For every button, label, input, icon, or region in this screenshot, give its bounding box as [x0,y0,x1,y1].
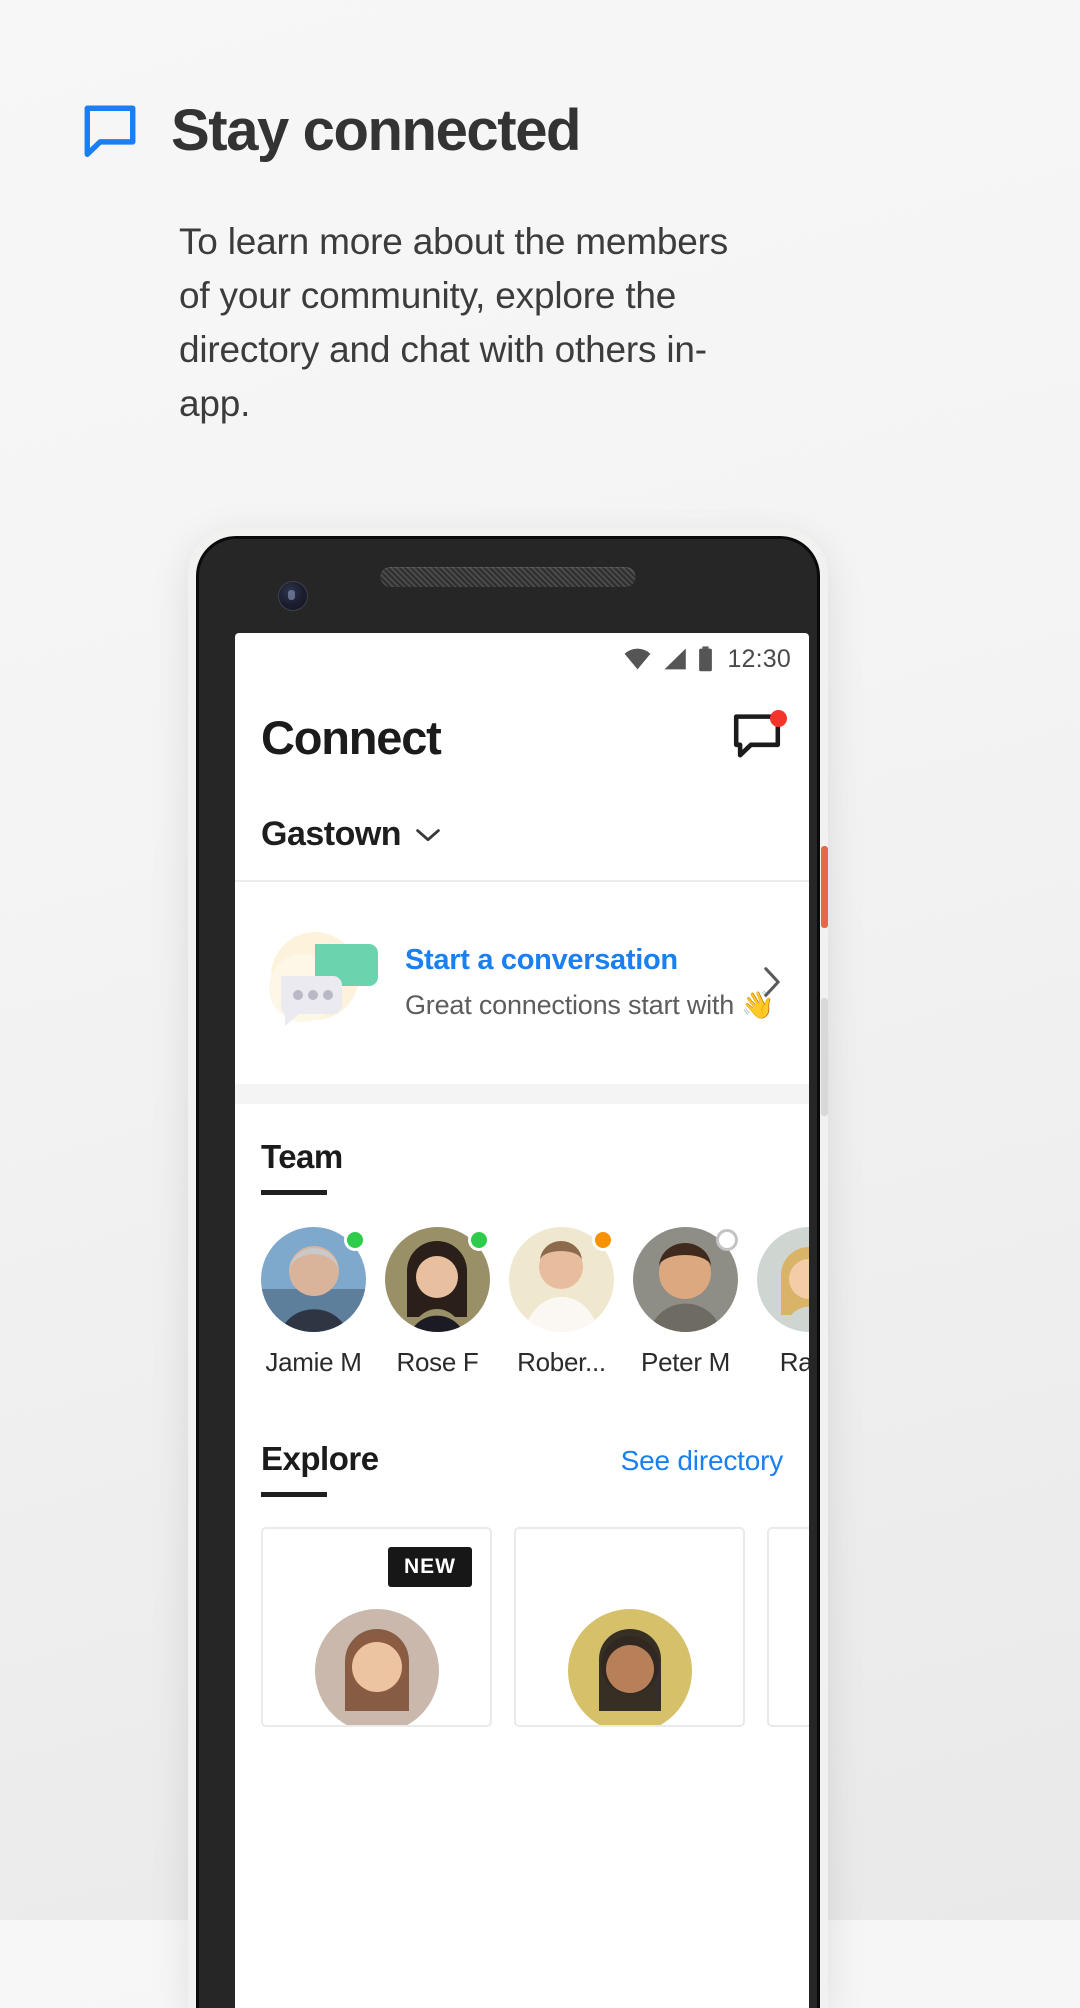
list-item[interactable]: Jamie M [261,1227,366,1378]
messages-button[interactable] [731,710,787,761]
chevron-right-icon [764,967,780,997]
volume-button[interactable] [821,998,828,1116]
status-badge [344,1229,366,1251]
page-title: Connect [261,710,442,764]
phone-mockup: 12:30 Connect Gastown Start a conversati… [188,528,828,2008]
avatar [757,1227,809,1332]
list-item-label: Rose F [396,1347,479,1377]
explore-section-title: Explore [261,1440,379,1477]
chat-bubbles-illustration-icon [257,922,397,1042]
phone-bezel: 12:30 Connect Gastown Start a conversati… [199,539,817,2008]
app-bar: Connect [235,685,809,777]
list-item-label: Jamie M [265,1347,362,1377]
conversation-card-title: Start a conversation [405,943,678,976]
phone-frame: 12:30 Connect Gastown Start a conversati… [196,536,820,2008]
list-item[interactable]: NEW [261,1527,492,1727]
chat-bubble-icon [84,105,136,157]
start-conversation-card[interactable]: Start a conversation Great connections s… [235,882,809,1084]
list-item-label: Peter M [641,1347,730,1377]
battery-full-icon [699,646,713,672]
status-badge [468,1229,490,1251]
team-member-list[interactable]: Jamie M Rose F Rober... Peter M Ra [235,1195,809,1378]
unread-badge [770,710,787,727]
list-item[interactable]: Rach [757,1227,809,1378]
avatar [314,1609,439,1725]
explore-section: Explore See directory [235,1378,809,1497]
list-item[interactable] [514,1527,745,1727]
list-item-label: Rach [779,1347,809,1377]
promo-header: Stay connected [79,98,581,163]
earpiece-speaker-icon [380,567,636,587]
status-badge [716,1229,738,1251]
cellular-signal-icon [664,648,687,670]
explore-card-list[interactable]: NEW [235,1497,809,1727]
status-badge: NEW [388,1547,472,1587]
promo-title: Stay connected [171,98,581,163]
community-name: Gastown [261,815,402,853]
list-item[interactable]: Rober... [509,1227,614,1378]
wifi-icon [624,648,651,670]
status-bar-time: 12:30 [727,644,791,673]
list-item[interactable]: Rose F [385,1227,490,1378]
status-bar: 12:30 [235,633,809,685]
section-gap [235,1084,809,1104]
see-directory-link[interactable]: See directory [621,1445,784,1477]
status-badge [592,1229,614,1251]
conversation-card-subtitle: Great connections start with 👋 [405,989,775,1021]
chevron-down-icon [416,828,440,841]
community-selector[interactable]: Gastown [235,777,809,880]
list-item[interactable]: Peter M [633,1227,738,1378]
app-screen: 12:30 Connect Gastown Start a conversati… [235,633,809,2008]
front-camera-icon [279,582,307,610]
team-section: Team [235,1104,809,1195]
list-item-label: Rober... [517,1347,606,1377]
list-item[interactable] [767,1527,809,1727]
promo-body-text: To learn more about the members of your … [179,221,729,424]
team-section-title: Team [261,1138,343,1175]
conversation-subtitle-text: Great connections start with [405,989,735,1020]
avatar [567,1609,692,1725]
power-button[interactable] [821,846,828,928]
conversation-card-text: Start a conversation Great connections s… [405,943,775,1021]
